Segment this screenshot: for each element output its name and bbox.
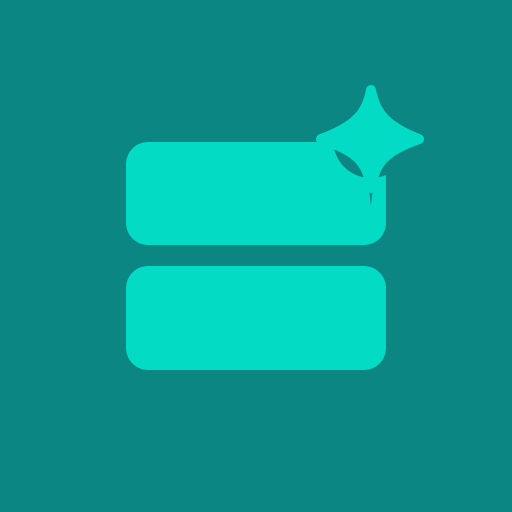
- bottom-card-shape: [126, 266, 386, 370]
- top-card-shape: [126, 142, 386, 245]
- background: [0, 0, 512, 512]
- stacked-cards-sparkle-icon: [0, 0, 512, 512]
- icon-canvas: [0, 0, 512, 512]
